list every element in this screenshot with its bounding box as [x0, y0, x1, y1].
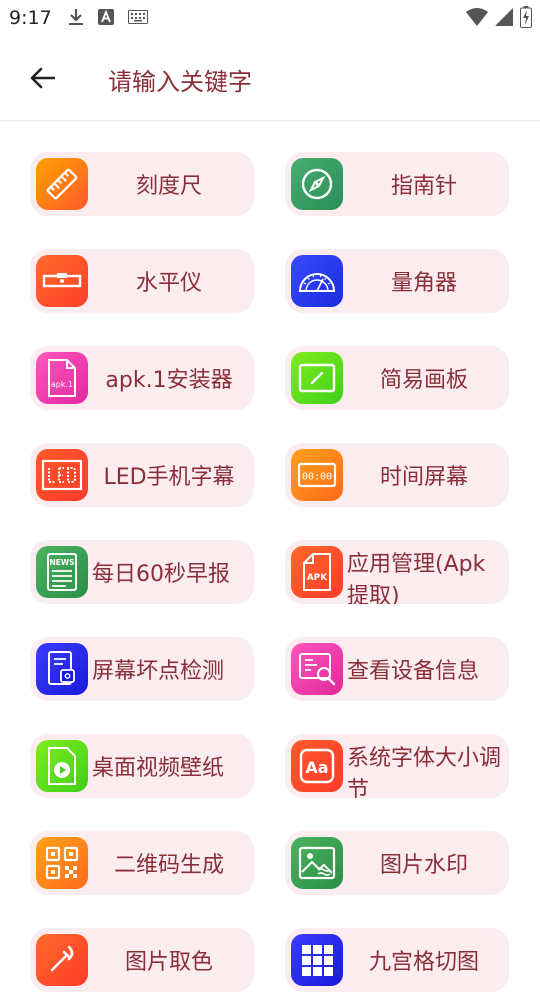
compass-icon	[291, 158, 343, 210]
tool-card-app-manager[interactable]: APK 应用管理(Apk提取)	[285, 540, 509, 604]
status-bar: 9:17	[0, 0, 540, 36]
spirit-level-icon	[36, 255, 88, 307]
tool-label: LED手机字幕	[103, 465, 235, 490]
tool-label: 量角器	[390, 271, 457, 296]
tool-label: 桌面视频壁纸	[92, 756, 225, 781]
qr-code-icon	[36, 837, 88, 889]
search-header: 请输入关键字	[0, 36, 540, 121]
tool-label: 时间屏幕	[379, 465, 468, 490]
device-info-icon	[291, 643, 343, 695]
status-time: 9:17	[9, 7, 52, 29]
protractor-icon	[291, 255, 343, 307]
tool-card-color-picker[interactable]: 图片取色	[30, 928, 254, 992]
tool-label: 查看设备信息	[347, 659, 480, 684]
tool-card-drawing-board[interactable]: 简易画板	[285, 346, 509, 410]
drawing-board-icon	[291, 352, 343, 404]
video-wallpaper-icon	[36, 740, 88, 792]
tool-card-led-subtitle[interactable]: LED手机字幕	[30, 443, 254, 507]
search-input[interactable]: 请输入关键字	[108, 62, 252, 97]
tool-card-video-wallpaper[interactable]: 桌面视频壁纸	[30, 734, 254, 798]
tool-card-compass[interactable]: 指南针	[285, 152, 509, 216]
tool-label: 应用管理(Apk提取)	[347, 552, 486, 604]
screen-check-icon	[36, 643, 88, 695]
tool-card-spirit-level[interactable]: 水平仪	[30, 249, 254, 313]
ruler-icon	[36, 158, 88, 210]
tool-label: 系统字体大小调节	[347, 746, 502, 798]
tool-label: apk.1安装器	[105, 368, 233, 393]
tool-label: 图片取色	[124, 950, 213, 975]
tool-card-image-watermark[interactable]: 图片水印	[285, 831, 509, 895]
apk-file-icon: apk.1	[36, 352, 88, 404]
tool-card-dead-pixel[interactable]: 屏幕坏点检测	[30, 637, 254, 701]
svg-text:Aa: Aa	[305, 758, 328, 777]
tool-card-device-info[interactable]: 查看设备信息	[285, 637, 509, 701]
wifi-icon	[466, 8, 488, 26]
battery-icon	[520, 6, 532, 28]
tool-label: 指南针	[390, 174, 457, 199]
svg-text:00:00: 00:00	[302, 472, 332, 483]
tool-label: 水平仪	[135, 271, 202, 296]
signal-icon	[495, 8, 513, 26]
tool-card-font-size[interactable]: Aa 系统字体大小调节	[285, 734, 509, 798]
back-button[interactable]	[26, 62, 58, 94]
news-icon: NEWS	[36, 546, 88, 598]
color-picker-icon	[36, 934, 88, 986]
tool-card-qr-generator[interactable]: 二维码生成	[30, 831, 254, 895]
grid-cut-icon	[291, 934, 343, 986]
download-icon	[69, 9, 83, 25]
tool-card-grid-cut[interactable]: 九宫格切图	[285, 928, 509, 992]
svg-text:apk.1: apk.1	[51, 380, 73, 389]
tool-label: 图片水印	[379, 853, 468, 878]
clock-screen-icon: 00:00	[291, 449, 343, 501]
tool-label: 二维码生成	[113, 853, 224, 878]
apk-manage-icon: APK	[291, 546, 343, 598]
tool-label: 每日60秒早报	[92, 562, 230, 587]
font-app-icon	[98, 9, 114, 25]
svg-text:APK: APK	[307, 573, 329, 583]
font-size-icon: Aa	[291, 740, 343, 792]
led-board-icon	[36, 449, 88, 501]
tool-grid: 刻度尺 指南针 水平仪 量角器 apk.1 apk.1安装器 简易画板 LED手…	[0, 120, 540, 992]
tool-label: 刻度尺	[135, 174, 202, 199]
tool-card-apk-installer[interactable]: apk.1 apk.1安装器	[30, 346, 254, 410]
tool-card-time-screen[interactable]: 00:00 时间屏幕	[285, 443, 509, 507]
tool-label: 九宫格切图	[368, 950, 479, 975]
arrow-back-icon	[30, 67, 55, 89]
tool-label: 简易画板	[379, 368, 468, 393]
keyboard-icon	[128, 10, 148, 24]
tool-card-ruler[interactable]: 刻度尺	[30, 152, 254, 216]
tool-label: 屏幕坏点检测	[92, 659, 225, 684]
svg-text:NEWS: NEWS	[49, 558, 74, 567]
tool-card-daily-news[interactable]: NEWS 每日60秒早报	[30, 540, 254, 604]
image-watermark-icon	[291, 837, 343, 889]
tool-card-protractor[interactable]: 量角器	[285, 249, 509, 313]
